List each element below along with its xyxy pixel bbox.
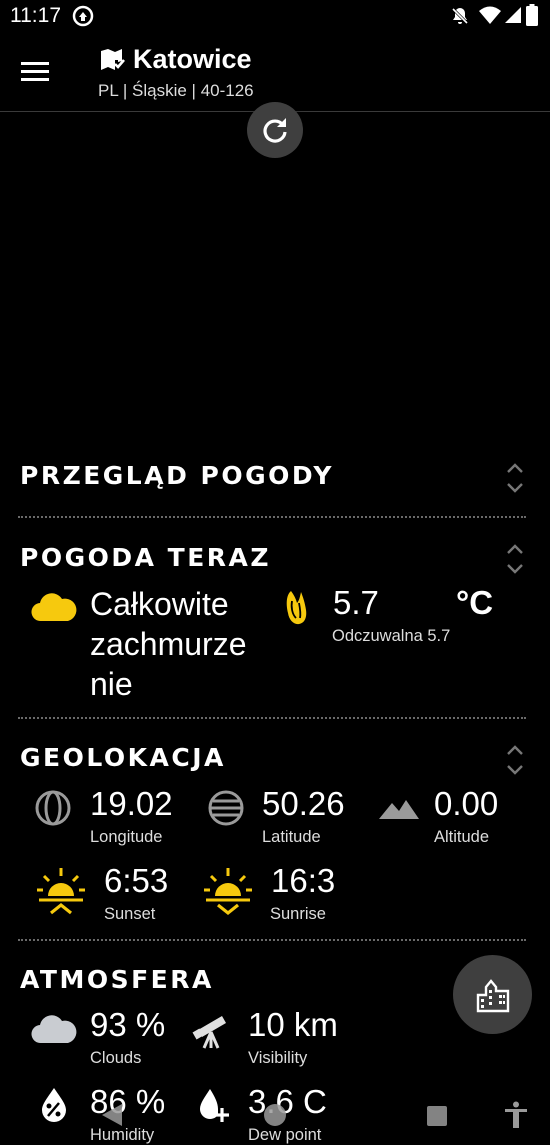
- recents-icon[interactable]: [426, 1105, 448, 1132]
- section-divider: [18, 717, 526, 719]
- condition-line: zachmurze: [90, 626, 247, 662]
- refresh-button[interactable]: [247, 102, 303, 158]
- city-fab-button[interactable]: [453, 955, 532, 1034]
- feels-like-text: Odczuwalna 5.7: [332, 627, 451, 645]
- clouds-icon: [31, 1012, 77, 1049]
- longitude-value: 19.02: [90, 785, 173, 822]
- status-time: 11:17: [10, 4, 61, 27]
- section-divider: [18, 939, 526, 941]
- expand-collapse-icon[interactable]: [505, 462, 525, 499]
- altitude-value: 0.00: [434, 785, 499, 822]
- accessibility-icon[interactable]: [504, 1101, 528, 1134]
- section-divider: [18, 516, 526, 518]
- condition-line: nie: [90, 666, 133, 702]
- expand-collapse-icon[interactable]: [505, 543, 525, 580]
- clouds-value: 93 %: [90, 1006, 166, 1043]
- section-title-overview: PRZEGLĄD POGODY: [20, 461, 334, 490]
- latitude-label: Latitude: [262, 828, 321, 846]
- mountain-icon: [379, 797, 419, 826]
- sunset-label: Sunset: [104, 905, 156, 923]
- longitude-label: Longitude: [90, 828, 163, 846]
- clouds-label: Clouds: [90, 1049, 142, 1067]
- city-title: Katowice: [133, 44, 252, 74]
- visibility-label: Visibility: [248, 1049, 308, 1067]
- back-icon[interactable]: [100, 1102, 124, 1133]
- visibility-value: 10 km: [248, 1006, 338, 1043]
- section-title-atmosphere: ATMOSFERA: [20, 965, 214, 994]
- city-icon: [475, 977, 511, 1018]
- refresh-icon: [261, 116, 289, 149]
- longitude-icon: [35, 790, 71, 831]
- battery-icon: [526, 4, 538, 31]
- sunrise-label: Sunrise: [270, 905, 326, 923]
- status-bar: 11:17: [0, 0, 550, 32]
- altitude-label: Altitude: [434, 828, 490, 846]
- latitude-icon: [208, 790, 244, 831]
- mute-icon: [450, 6, 470, 31]
- section-title-geolocation: GEOLOKACJA: [20, 743, 226, 772]
- expand-collapse-icon[interactable]: [505, 744, 525, 781]
- telescope-icon: [192, 1010, 232, 1055]
- section-title-now: POGODA TERAZ: [20, 543, 272, 572]
- sunrise-value: 16:3: [271, 862, 336, 899]
- latitude-value: 50.26: [262, 785, 345, 822]
- sunrise-icon: [203, 866, 253, 923]
- temperature-unit: °C: [456, 584, 494, 621]
- sunset-value: 6:53: [104, 862, 169, 899]
- menu-icon[interactable]: [21, 62, 49, 87]
- map-icon: [100, 48, 126, 77]
- location-subtitle: PL | Śląskie | 40-126: [98, 81, 254, 100]
- signal-icon: [504, 6, 522, 29]
- cloud-icon: [31, 590, 77, 627]
- weather-condition: Całkowite zachmurze nie: [90, 584, 270, 704]
- sunset-icon: [36, 866, 86, 923]
- app-notification-icon: [72, 5, 94, 32]
- temperature-value: 5.7: [333, 584, 379, 621]
- home-icon[interactable]: [263, 1103, 287, 1132]
- wifi-icon: [478, 5, 502, 30]
- feels-like-icon: [283, 589, 309, 632]
- condition-line: Całkowite: [90, 586, 229, 622]
- system-navigation-bar: [0, 1085, 550, 1145]
